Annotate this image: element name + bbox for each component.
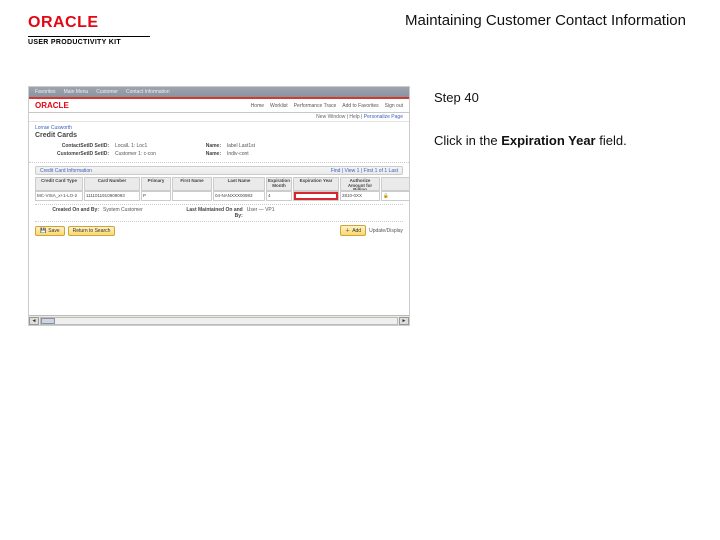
label-contact-setid: ContactSetID SetID: [39,143,109,149]
topbar-item[interactable]: Favorites [35,89,56,95]
cell-card-number[interactable]: 1111011910909093 [84,191,140,201]
scroll-right-arrow-icon[interactable]: ► [399,317,409,325]
step-panel: Step 40 Click in the Expiration Year fie… [434,86,692,326]
section-header: Credit Card Information Find | View 1 | … [35,166,403,175]
cell-first-name[interactable] [172,191,212,201]
label-customer-setid: CustomerSetID SetID: [39,151,109,157]
col-primary: Primary [141,177,171,191]
col-card-number: Card Number [84,177,140,191]
col-exp-month: Expiration Month [266,177,292,191]
section-title: Credit Card Information [40,168,92,174]
step-instruction: Click in the Expiration Year field. [434,133,692,148]
brand-block: ORACLE USER PRODUCTIVITY KIT [28,12,150,46]
cell-lock-icon[interactable]: 🔒 [381,191,410,201]
cell-card-type[interactable]: MC-VISA_x+1-LO-2 [35,191,83,201]
expiration-year-field[interactable] [293,191,339,201]
label-name1: Name: [181,143,221,149]
add-button[interactable]: ＋Add [340,225,366,236]
scroll-left-arrow-icon[interactable]: ◄ [29,317,39,325]
value-name2: Indiv-cont [227,151,249,157]
context-block: Lorrae Cusworth Credit Cards [29,122,409,140]
section-paging[interactable]: Find | View 1 | First 1 of 1 Last [331,168,398,174]
topbar-item[interactable]: Main Menu [64,89,89,95]
label-created: Created On and By: [39,207,99,219]
value-contact-setid: LocalL 1: Loc1 [115,143,175,149]
nav-signout[interactable]: Sign out [385,103,403,109]
nav-worklist[interactable]: Worklist [270,103,288,109]
save-label: Save [48,228,59,234]
nav-home[interactable]: Home [251,103,264,109]
col-exp-year: Expiration Year [293,177,339,191]
oracle-logo: ORACLE [28,14,150,32]
save-button[interactable]: 💾Save [35,226,65,236]
status-section: Created On and By: System Customer Last … [35,204,403,222]
grid-header: Credit Card Type Card Number Primary Fir… [35,177,403,191]
nav-perf[interactable]: Performance Trace [294,103,337,109]
col-first-name: First Name [172,177,212,191]
app-topbar: Favorites Main Menu Customer Contact Inf… [29,87,409,97]
label-name2: Name: [181,151,221,157]
scroll-track[interactable] [40,317,398,325]
personalize-link[interactable]: Personalize Page [364,114,403,120]
nav-fav[interactable]: Add to Favorites [342,103,378,109]
grid-row: MC-VISA_x+1-LO-2 1111011910909093 P 04-N… [35,191,403,201]
instr-prefix: Click in the [434,133,501,148]
col-action [381,177,410,191]
cell-auth-amount[interactable]: 2810-0XX [340,191,380,201]
cell-exp-month[interactable]: 4 [266,191,292,201]
instr-bold: Expiration Year [501,133,595,148]
cell-last-name[interactable]: 04-NANXXX00983 [213,191,265,201]
userline-prefix: New Window | Help | [316,114,364,120]
scroll-thumb[interactable] [41,318,55,324]
app-subheader: ORACLE Home Worklist Performance Trace A… [29,99,409,113]
topbar-item[interactable]: Customer [96,89,118,95]
oracle-mini-logo: ORACLE [35,101,69,110]
app-screenshot: Favorites Main Menu Customer Contact Inf… [28,86,410,326]
return-label: Return to Search [73,228,111,234]
brand-divider [28,36,150,37]
value-name1: label Last1st [227,143,255,149]
col-auth-amount: Authorize Amount for Billing [340,177,380,191]
value-customer-setid: Customer 1: c-con [115,151,175,157]
col-last-name: Last Name [213,177,265,191]
context-page: Credit Cards [35,132,403,139]
info-rows: ContactSetID SetID: LocalL 1: Loc1 Name:… [29,140,409,163]
cell-primary[interactable]: P [141,191,171,201]
save-icon: 💾 [40,228,46,234]
highlight-box [294,192,338,200]
horizontal-scrollbar[interactable]: ◄ ► [29,315,409,325]
add-label: Add [352,228,361,234]
step-number: Step 40 [434,90,692,105]
user-row: New Window | Help | Personalize Page [29,113,409,122]
return-button[interactable]: Return to Search [68,226,116,236]
instr-suffix: field. [596,133,627,148]
update-display-link[interactable]: Update/Display [369,228,403,234]
value-created: System Customer [103,207,143,219]
context-customer: Lorrae Cusworth [35,125,403,131]
brand-subtitle: USER PRODUCTIVITY KIT [28,39,150,46]
plus-icon: ＋ [345,227,350,234]
nav-links: Home Worklist Performance Trace Add to F… [251,103,403,109]
topbar-item[interactable]: Contact Information [126,89,170,95]
button-row: 💾Save Return to Search ＋Add Update/Displ… [35,225,403,236]
col-card-type: Credit Card Type [35,177,83,191]
page-title: Maintaining Customer Contact Information [150,12,692,29]
label-maintained: Last Maintained On and By: [183,207,243,219]
value-maintained: User — VP1 [247,207,275,219]
grid: Credit Card Type Card Number Primary Fir… [35,177,403,201]
